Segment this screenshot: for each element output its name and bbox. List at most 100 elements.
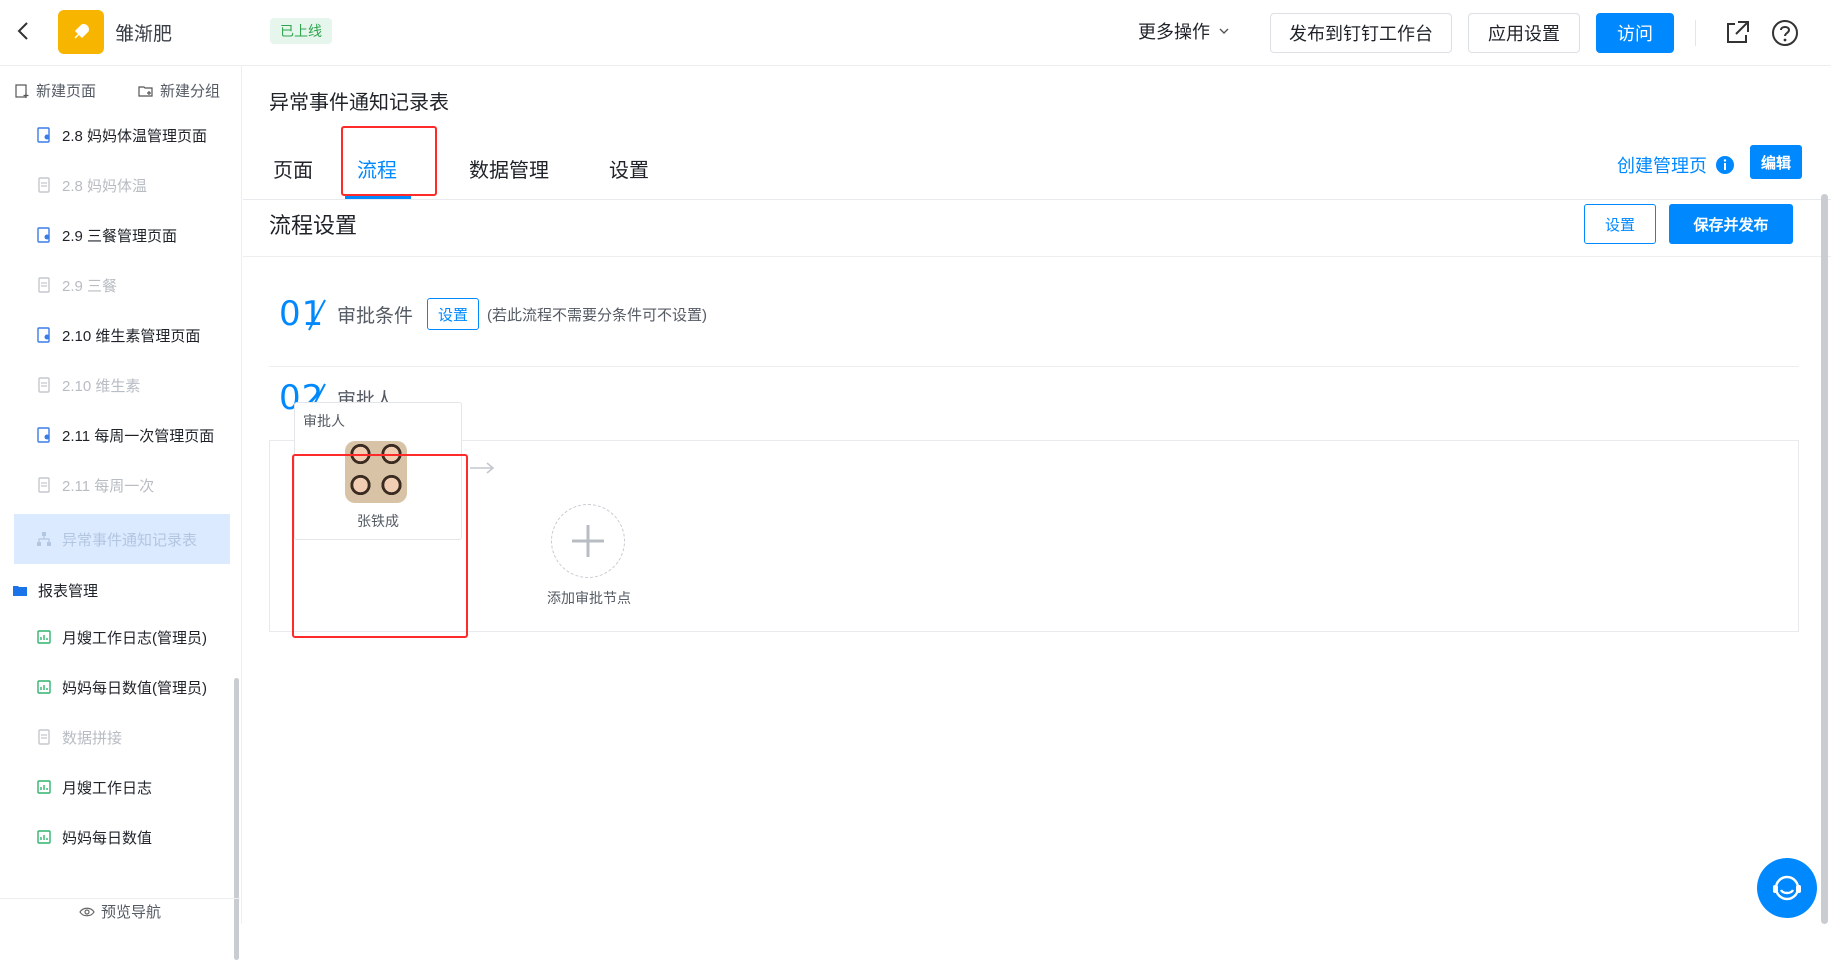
- form-page-icon: [38, 377, 50, 393]
- rocket-icon: [74, 24, 89, 39]
- sidebar-item-label: 月嫂工作日志(管理员): [62, 629, 207, 647]
- sidebar-item-2-10[interactable]: 2.10 维生素: [14, 360, 230, 410]
- arrow-right-icon: [470, 462, 495, 474]
- flow-canvas: [269, 440, 1799, 632]
- chat-support-button[interactable]: [1757, 858, 1817, 918]
- report-icon: [37, 680, 51, 694]
- main-scrollbar[interactable]: [1821, 194, 1828, 924]
- main-content: 异常事件通知记录表 页面 流程 数据管理 设置 创建管理页 编辑 流程设置 设置…: [243, 66, 1831, 924]
- new-page-icon: [15, 83, 29, 98]
- sidebar-item-mom-daily-admin[interactable]: 妈妈每日数值(管理员): [14, 662, 230, 712]
- sidebar-item-label: 2.8 妈妈体温管理页面: [62, 127, 208, 145]
- sidebar-item-2-9[interactable]: 2.9 三餐: [14, 260, 230, 310]
- sidebar-item-label: 数据拼接: [62, 729, 123, 747]
- approver-node-label: 审批人: [303, 413, 345, 429]
- sidebar-item-label: 2.9 三餐管理页面: [62, 227, 178, 245]
- report-icon: [37, 830, 51, 844]
- form-page-icon: [38, 177, 50, 193]
- sidebar-item-label: 月嫂工作日志: [62, 779, 153, 797]
- save-publish-button[interactable]: 保存并发布: [1669, 204, 1793, 244]
- sidebar-item-data-join[interactable]: 数据拼接: [14, 712, 230, 762]
- tab-page[interactable]: 页面: [273, 154, 313, 183]
- highlight-box-approver: [292, 454, 468, 638]
- sidebar-item-2-8-mgmt[interactable]: 2.8 妈妈体温管理页面: [14, 110, 230, 160]
- sidebar-item-nanny-log-admin[interactable]: 月嫂工作日志(管理员): [14, 612, 230, 662]
- step-slash-icon: [308, 299, 326, 331]
- divider: [243, 256, 1831, 257]
- admin-page-icon: [37, 427, 50, 443]
- app-logo: [58, 10, 104, 54]
- new-group-label: 新建分组: [160, 83, 221, 100]
- sidebar-item-label: 妈妈每日数值: [62, 829, 153, 847]
- sidebar-item-label: 2.11 每周一次管理页面: [62, 427, 215, 445]
- form-page-icon: [38, 277, 50, 293]
- divider: [1695, 20, 1696, 46]
- admin-page-icon: [37, 127, 50, 143]
- create-admin-page-link[interactable]: 创建管理页: [1617, 152, 1735, 178]
- form-page-icon: [38, 477, 50, 493]
- more-ops-label: 更多操作: [1138, 22, 1210, 42]
- sidebar: 新建页面 新建分组 2.8 妈妈体温管理页面 2.8 妈妈体温 2.9 三餐管理…: [0, 66, 242, 960]
- process-settings-button[interactable]: 设置: [1584, 204, 1656, 244]
- sidebar-item-label: 2.10 维生素: [62, 377, 141, 395]
- admin-page-icon: [37, 327, 50, 343]
- sidebar-item-2-10-mgmt[interactable]: 2.10 维生素管理页面: [14, 310, 230, 360]
- app-name: 雏渐肥: [115, 24, 173, 45]
- status-badge: 已上线: [270, 18, 332, 44]
- sidebar-item-2-9-mgmt[interactable]: 2.9 三餐管理页面: [14, 210, 230, 260]
- sidebar-item-mom-daily[interactable]: 妈妈每日数值: [14, 812, 230, 862]
- back-icon[interactable]: [12, 19, 36, 43]
- report-icon: [37, 630, 51, 644]
- plus-icon: [572, 525, 604, 557]
- page-title: 异常事件通知记录表: [269, 92, 449, 114]
- sidebar-item-2-11-mgmt[interactable]: 2.11 每周一次管理页面: [14, 410, 230, 460]
- report-icon: [37, 780, 51, 794]
- sidebar-item-label: 2.9 三餐: [62, 277, 118, 295]
- new-folder-icon: [138, 85, 153, 97]
- divider: [269, 366, 1799, 367]
- admin-page-icon: [37, 227, 50, 243]
- form-page-icon: [38, 729, 50, 745]
- new-page-label: 新建页面: [36, 83, 97, 100]
- chevron-down-icon: [1219, 28, 1229, 34]
- conditions-hint: (若此流程不需要分条件可不设置): [487, 306, 708, 324]
- sidebar-item-2-8[interactable]: 2.8 妈妈体温: [14, 160, 230, 210]
- more-ops-dropdown[interactable]: 更多操作: [1138, 18, 1230, 44]
- tab-settings[interactable]: 设置: [609, 154, 649, 183]
- publish-dingtalk-button[interactable]: 发布到钉钉工作台: [1270, 13, 1452, 53]
- new-page-button[interactable]: 新建页面: [14, 80, 96, 101]
- edit-button[interactable]: 编辑: [1750, 145, 1802, 179]
- preview-nav-button[interactable]: 预览导航: [0, 898, 240, 924]
- step-number: 01: [279, 294, 337, 334]
- sidebar-item-2-11[interactable]: 2.11 每周一次: [14, 460, 230, 510]
- add-approval-node-button[interactable]: [551, 504, 625, 578]
- headset-icon: [1773, 875, 1801, 901]
- visit-button[interactable]: 访问: [1596, 13, 1674, 53]
- eye-icon: [79, 907, 95, 916]
- app-settings-button[interactable]: 应用设置: [1468, 13, 1580, 53]
- sidebar-item-abnormal-event[interactable]: 异常事件通知记录表: [14, 514, 230, 564]
- new-group-button[interactable]: 新建分组: [138, 80, 220, 101]
- conditions-settings-button[interactable]: 设置: [427, 298, 480, 330]
- sidebar-group-label: 报表管理: [38, 582, 99, 600]
- external-link-icon[interactable]: [1722, 18, 1752, 48]
- sidebar-item-label: 2.11 每周一次: [62, 477, 155, 495]
- sidebar-item-label: 妈妈每日数值(管理员): [62, 679, 207, 697]
- help-icon[interactable]: [1770, 18, 1800, 48]
- workflow-icon: [37, 532, 51, 546]
- sidebar-item-nanny-log[interactable]: 月嫂工作日志: [14, 762, 230, 812]
- top-bar: 雏渐肥 已上线 更多操作 发布到钉钉工作台 应用设置 访问: [0, 0, 1831, 66]
- step-title: 审批条件: [337, 305, 414, 327]
- preview-nav-label: 预览导航: [100, 904, 161, 921]
- sidebar-item-label: 异常事件通知记录表: [62, 531, 198, 549]
- sidebar-actions: 新建页面 新建分组: [0, 66, 240, 114]
- sidebar-group-reports[interactable]: 报表管理: [12, 570, 98, 610]
- tab-bar: 页面 流程 数据管理 设置: [243, 144, 1831, 200]
- info-icon: [1716, 156, 1734, 174]
- add-approval-node-label: 添加审批节点: [547, 590, 631, 606]
- tab-data-management[interactable]: 数据管理: [469, 154, 549, 183]
- step-approval-conditions: 01 审批条件 设置 (若此流程不需要分条件可不设置): [279, 294, 707, 334]
- highlight-box-tab: [341, 126, 437, 196]
- sidebar-item-label: 2.8 妈妈体温: [62, 177, 148, 195]
- create-admin-page-label: 创建管理页: [1617, 156, 1707, 176]
